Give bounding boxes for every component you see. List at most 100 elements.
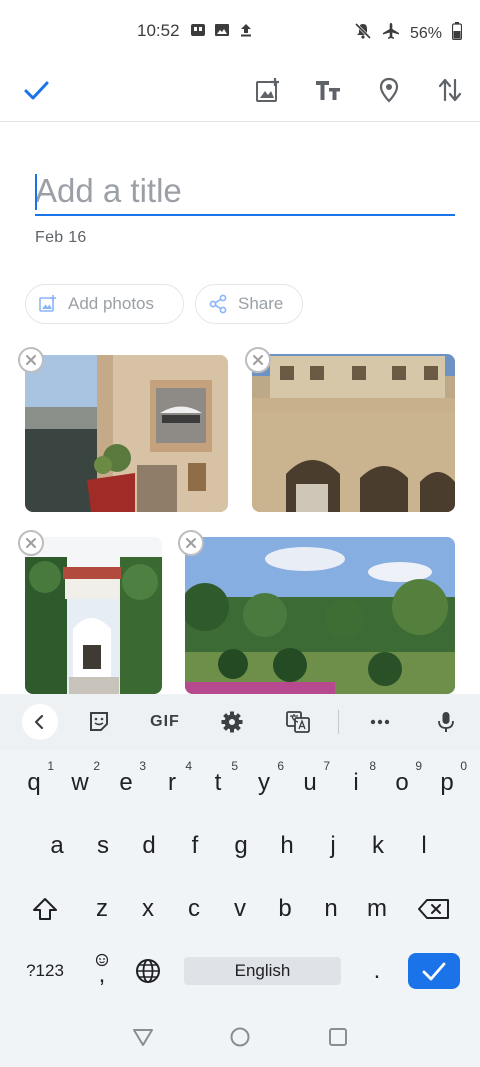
translate-button[interactable] — [280, 704, 316, 740]
more-options-button[interactable] — [362, 704, 398, 740]
key-z[interactable]: z — [79, 883, 125, 935]
key-l[interactable]: l — [401, 820, 447, 872]
square-recents-icon — [329, 1028, 347, 1046]
close-icon — [26, 355, 36, 365]
location-button[interactable] — [371, 72, 407, 108]
photo-thumbnail[interactable] — [25, 355, 228, 512]
key-k[interactable]: k — [355, 820, 401, 872]
sort-button[interactable] — [432, 72, 468, 108]
gear-icon — [221, 711, 243, 733]
key-j[interactable]: j — [310, 820, 356, 872]
text-format-icon — [316, 81, 340, 100]
key-label: e — [119, 769, 133, 796]
key-y[interactable]: y6 — [241, 757, 287, 809]
editor-toolbar — [0, 62, 480, 122]
key-e[interactable]: e3 — [103, 757, 149, 809]
done-button[interactable] — [18, 72, 54, 108]
key-r[interactable]: r4 — [149, 757, 195, 809]
key-g[interactable]: g — [218, 820, 264, 872]
remove-photo-button[interactable] — [245, 347, 271, 373]
airplane-icon — [382, 22, 400, 45]
mute-icon — [354, 22, 372, 45]
key-x[interactable]: x — [125, 883, 171, 935]
key-hint: 5 — [231, 759, 238, 773]
share-button[interactable]: Share — [195, 284, 303, 324]
battery-percent: 56% — [410, 24, 443, 42]
screen: 10:52 56% Add a title Feb 16 Add photos … — [0, 0, 480, 1067]
upload-icon — [238, 22, 254, 43]
symbols-key[interactable]: ?123 — [22, 945, 68, 997]
key-i[interactable]: i8 — [333, 757, 379, 809]
key-t[interactable]: t5 — [195, 757, 241, 809]
nav-back-button[interactable] — [132, 1026, 154, 1053]
key-c[interactable]: c — [171, 883, 217, 935]
key-n[interactable]: n — [308, 883, 354, 935]
remove-photo-button[interactable] — [18, 530, 44, 556]
key-f[interactable]: f — [172, 820, 218, 872]
shift-icon — [33, 898, 57, 920]
key-v[interactable]: v — [217, 883, 263, 935]
voice-input-button[interactable] — [428, 704, 464, 740]
key-hint: 3 — [139, 759, 146, 773]
key-o[interactable]: o9 — [379, 757, 425, 809]
key-label: q — [27, 769, 41, 796]
sticker-button[interactable] — [81, 704, 117, 740]
status-time: 10:52 — [137, 21, 180, 40]
nav-recents-button[interactable] — [327, 1026, 349, 1053]
text-cursor — [35, 174, 37, 210]
add-image-icon — [256, 78, 279, 102]
key-hint: 9 — [415, 759, 422, 773]
key-label: p — [440, 769, 454, 796]
check-icon — [24, 81, 49, 100]
circle-home-icon — [230, 1027, 250, 1047]
key-a[interactable]: a — [34, 820, 80, 872]
title-input[interactable] — [35, 168, 455, 214]
remove-photo-button[interactable] — [18, 347, 44, 373]
space-key[interactable]: English — [184, 957, 341, 985]
key-b[interactable]: b — [262, 883, 308, 935]
text-format-button[interactable] — [311, 72, 347, 108]
key-h[interactable]: h — [264, 820, 310, 872]
add-image-button[interactable] — [250, 72, 286, 108]
key-u[interactable]: u7 — [287, 757, 333, 809]
app-notification-icon — [190, 22, 206, 43]
key-hint: 1 — [47, 759, 54, 773]
emoji-comma-key[interactable]: , — [79, 945, 125, 997]
key-w[interactable]: w2 — [57, 757, 103, 809]
shift-key[interactable] — [22, 883, 68, 935]
key-m[interactable]: m — [354, 883, 400, 935]
photo-thumbnail[interactable] — [25, 537, 162, 694]
backspace-key[interactable] — [411, 883, 457, 935]
key-q[interactable]: q1 — [11, 757, 57, 809]
keyboard-back-button[interactable] — [22, 704, 58, 740]
key-d[interactable]: d — [126, 820, 172, 872]
photo-thumbnail[interactable] — [252, 354, 455, 512]
add-photos-button[interactable]: Add photos — [25, 284, 184, 324]
key-hint: 4 — [185, 759, 192, 773]
enter-key[interactable] — [408, 953, 460, 989]
period-key[interactable]: . — [354, 945, 400, 997]
chevron-left-icon — [34, 714, 44, 730]
swap-vertical-icon — [438, 78, 462, 102]
key-hint: 2 — [93, 759, 100, 773]
check-icon — [422, 962, 446, 981]
key-s[interactable]: s — [80, 820, 126, 872]
system-nav-bar — [0, 1010, 480, 1067]
microphone-icon — [438, 712, 454, 732]
gif-button[interactable]: GIF — [145, 704, 185, 740]
title-field[interactable] — [35, 168, 455, 216]
remove-photo-button[interactable] — [178, 530, 204, 556]
globe-icon — [136, 959, 160, 983]
battery-icon — [451, 22, 463, 45]
key-hint: 6 — [277, 759, 284, 773]
add-photo-icon — [39, 295, 56, 312]
key-hint: 0 — [460, 759, 467, 773]
nav-home-button[interactable] — [229, 1026, 251, 1053]
key-p[interactable]: p0 — [424, 757, 470, 809]
notification-icons — [190, 22, 254, 43]
keyboard-settings-button[interactable] — [214, 704, 250, 740]
photo-thumbnail[interactable] — [185, 537, 455, 694]
key-label: u — [303, 769, 317, 796]
language-key[interactable] — [125, 945, 171, 997]
translate-icon — [286, 711, 310, 733]
